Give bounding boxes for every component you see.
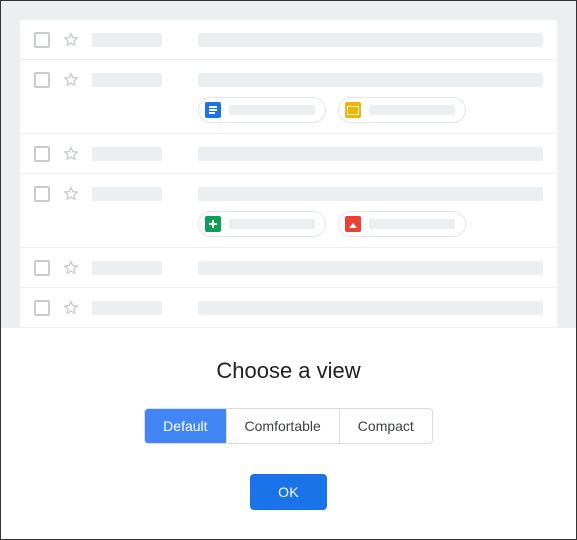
subject-placeholder — [198, 33, 543, 47]
sender-placeholder — [92, 301, 162, 315]
attachment-chips — [198, 211, 543, 237]
attachment-chip-photo — [338, 211, 466, 237]
subject-placeholder — [198, 187, 543, 201]
attachment-chip-sheets — [198, 211, 326, 237]
subject-placeholder — [198, 301, 543, 315]
checkbox-icon — [34, 260, 50, 276]
row-body — [198, 184, 543, 237]
checkbox-icon — [34, 146, 50, 162]
attachment-name-placeholder — [229, 105, 315, 115]
checkbox-icon — [34, 72, 50, 88]
density-option-default[interactable]: Default — [145, 409, 226, 443]
density-option-compact[interactable]: Compact — [340, 409, 432, 443]
sender-placeholder — [92, 147, 162, 161]
choose-view-dialog: Choose a view Default Comfortable Compac… — [1, 328, 576, 530]
sheets-icon — [205, 216, 221, 232]
doc-icon — [205, 102, 221, 118]
slides-icon — [345, 102, 361, 118]
star-icon — [62, 31, 80, 49]
subject-placeholder — [198, 261, 543, 275]
attachment-name-placeholder — [369, 105, 455, 115]
subject-placeholder — [198, 147, 543, 161]
row-body — [198, 258, 543, 275]
density-segmented-control: Default Comfortable Compact — [144, 408, 433, 444]
star-icon — [62, 185, 80, 203]
sender-placeholder — [92, 261, 162, 275]
star-icon — [62, 259, 80, 277]
row-body — [198, 30, 543, 47]
density-option-comfortable[interactable]: Comfortable — [227, 409, 340, 443]
photo-icon — [345, 216, 361, 232]
density-preview-list — [19, 19, 558, 328]
sender-placeholder — [92, 187, 162, 201]
attachment-chip-slides — [338, 97, 466, 123]
attachment-chip-doc — [198, 97, 326, 123]
ok-button[interactable]: OK — [250, 474, 327, 510]
preview-row — [20, 248, 557, 288]
preview-row — [20, 174, 557, 248]
attachment-chips — [198, 97, 543, 123]
dialog-heading: Choose a view — [1, 358, 576, 384]
star-icon — [62, 145, 80, 163]
preview-row — [20, 134, 557, 174]
checkbox-icon — [34, 300, 50, 316]
preview-row — [20, 20, 557, 60]
row-body — [198, 144, 543, 161]
attachment-name-placeholder — [229, 219, 315, 229]
attachment-name-placeholder — [369, 219, 455, 229]
row-body — [198, 70, 543, 123]
sender-placeholder — [92, 73, 162, 87]
preview-row — [20, 288, 557, 328]
sender-placeholder — [92, 33, 162, 47]
preview-row — [20, 60, 557, 134]
subject-placeholder — [198, 73, 543, 87]
checkbox-icon — [34, 186, 50, 202]
row-body — [198, 298, 543, 315]
star-icon — [62, 71, 80, 89]
star-icon — [62, 299, 80, 317]
checkbox-icon — [34, 32, 50, 48]
